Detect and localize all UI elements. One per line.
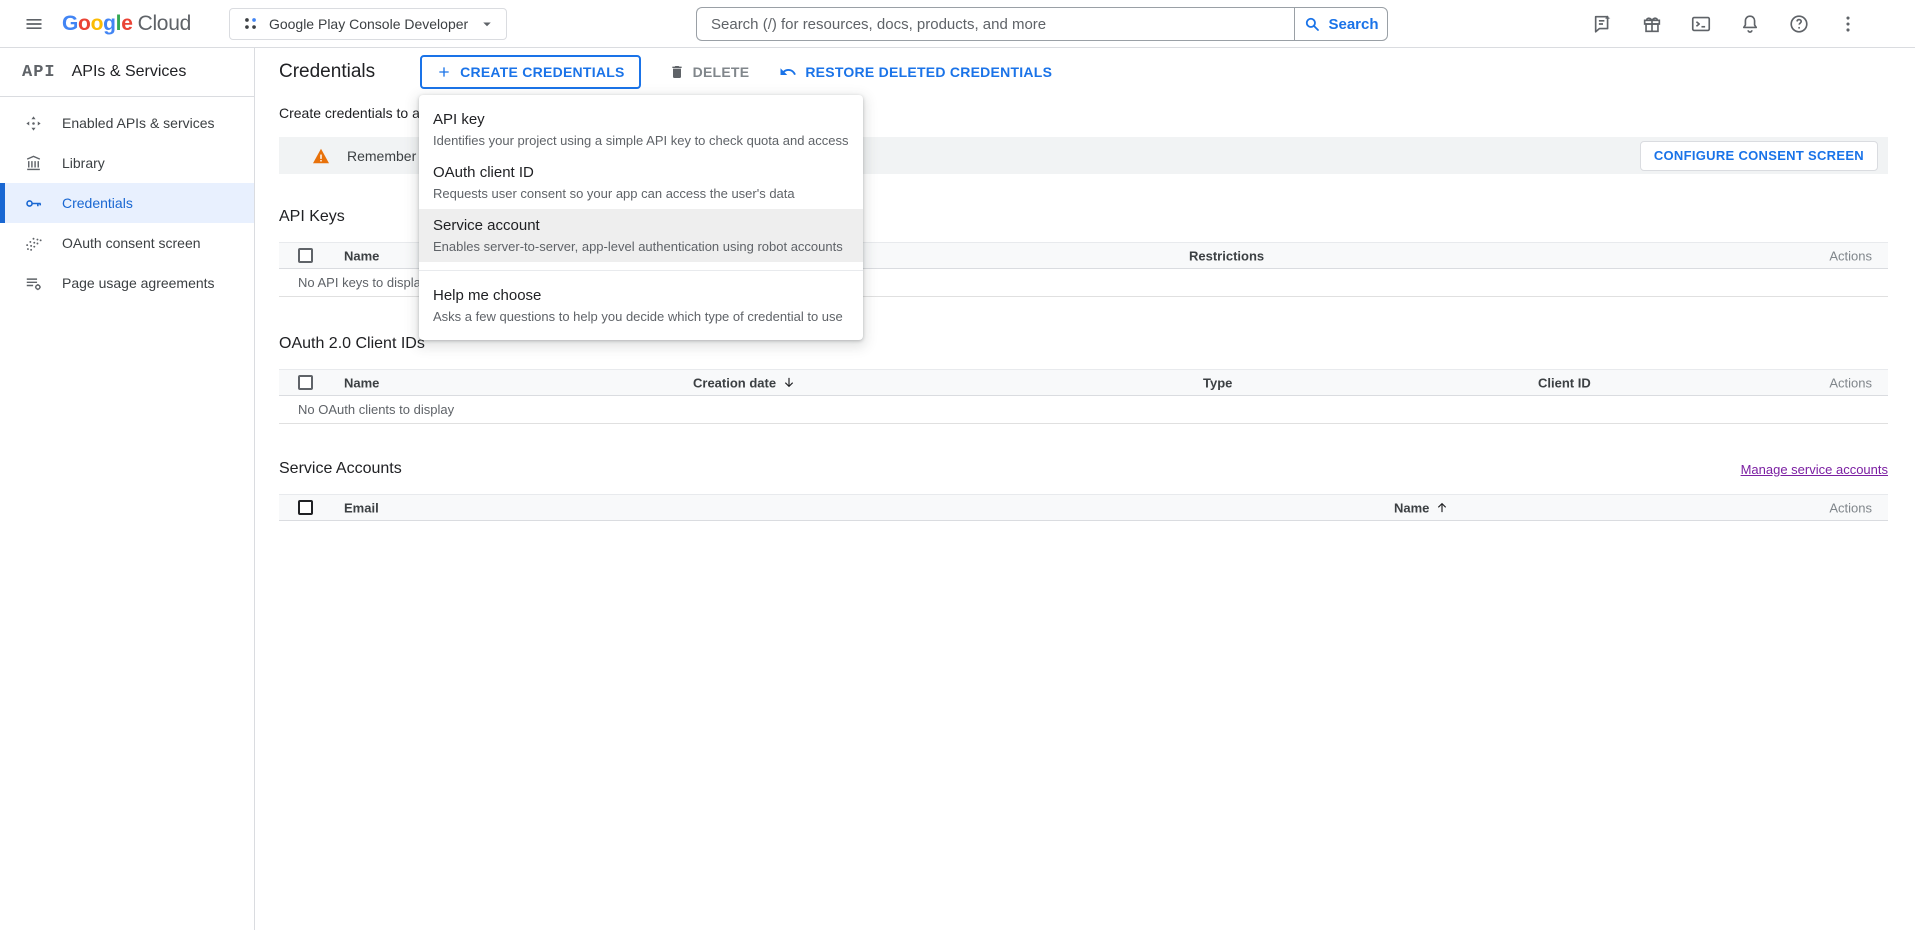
service-accounts-table: Email Name Actions: [279, 494, 1888, 521]
oauth-clients-table: Name Creation date Type Client ID Action…: [279, 369, 1888, 424]
column-creation-date[interactable]: Creation date: [693, 375, 796, 390]
delete-button[interactable]: DELETE: [669, 64, 750, 80]
plus-icon: [436, 64, 452, 80]
search-button[interactable]: Search: [1294, 7, 1388, 41]
sidebar-item-library[interactable]: Library: [0, 143, 254, 183]
menu-item-service-account[interactable]: Service account Enables server-to-server…: [419, 209, 863, 262]
menu-item-oauth-client-id[interactable]: OAuth client ID Requests user consent so…: [419, 156, 863, 209]
column-name[interactable]: Name: [344, 248, 379, 263]
select-all-checkbox[interactable]: [298, 500, 313, 515]
menu-item-api-key[interactable]: API key Identifies your project using a …: [419, 103, 863, 156]
column-name[interactable]: Name: [1394, 500, 1449, 515]
manage-service-accounts-link[interactable]: Manage service accounts: [1741, 462, 1888, 477]
column-type[interactable]: Type: [1203, 375, 1232, 390]
help-icon[interactable]: [1786, 11, 1812, 37]
library-icon: [24, 154, 43, 173]
column-name[interactable]: Name: [344, 375, 379, 390]
google-cloud-logo[interactable]: Google Cloud: [62, 12, 191, 36]
configure-consent-screen-button[interactable]: CONFIGURE CONSENT SCREEN: [1640, 141, 1878, 171]
banner-text: Remember t: [347, 148, 424, 164]
notifications-icon[interactable]: [1737, 11, 1763, 37]
google-cloud-console: Google Cloud Google Play Console Develop…: [0, 0, 1915, 930]
cloud-shell-icon[interactable]: [1688, 11, 1714, 37]
sidebar-item-page-usage-agreements[interactable]: Page usage agreements: [0, 263, 254, 303]
column-client-id[interactable]: Client ID: [1538, 375, 1591, 390]
gift-icon[interactable]: [1639, 11, 1665, 37]
menu-icon[interactable]: [14, 4, 54, 44]
header-actions: [1590, 0, 1861, 48]
sidebar-nav: Enabled APIs & services Library Credenti…: [0, 97, 254, 303]
sidebar-item-credentials[interactable]: Credentials: [0, 183, 254, 223]
select-all-checkbox[interactable]: [298, 375, 313, 390]
page-title: Credentials: [279, 61, 375, 83]
service-accounts-title: Service Accounts: [279, 460, 402, 478]
project-name: Google Play Console Developer: [269, 16, 468, 32]
oauth-consent-icon: [24, 234, 43, 253]
sort-descending-icon[interactable]: [782, 376, 796, 390]
search-bar: Search: [696, 7, 1388, 41]
service-accounts-title-row: Service Accounts Manage service accounts: [279, 460, 1888, 478]
menu-item-help-me-choose[interactable]: Help me choose Asks a few questions to h…: [419, 279, 863, 332]
project-switcher-icon: [242, 15, 259, 32]
column-actions: Actions: [1829, 500, 1872, 515]
column-restrictions[interactable]: Restrictions: [1189, 248, 1264, 263]
create-credentials-menu: API key Identifies your project using a …: [419, 95, 863, 340]
column-actions: Actions: [1829, 248, 1872, 263]
column-actions: Actions: [1829, 375, 1872, 390]
undo-icon: [779, 63, 797, 81]
page-usage-icon: [24, 274, 43, 293]
service-accounts-table-header: Email Name Actions: [279, 494, 1888, 521]
sidebar-header: API APIs & Services: [0, 48, 254, 97]
release-notes-icon[interactable]: [1590, 11, 1616, 37]
cloud-wordmark: Cloud: [138, 12, 191, 36]
sidebar-title: APIs & Services: [72, 63, 187, 81]
sidebar-item-enabled-apis[interactable]: Enabled APIs & services: [0, 103, 254, 143]
create-credentials-button[interactable]: CREATE CREDENTIALS: [420, 55, 640, 89]
oauth-table-header: Name Creation date Type Client ID Action…: [279, 369, 1888, 396]
menu-divider: [419, 270, 863, 271]
trash-icon: [669, 64, 685, 80]
search-input[interactable]: [696, 7, 1294, 41]
toolbar: Credentials CREATE CREDENTIALS DELETE RE…: [279, 48, 1888, 95]
search-icon: [1303, 15, 1321, 33]
sidebar: API APIs & Services Enabled APIs & servi…: [0, 48, 255, 930]
top-bar: Google Cloud Google Play Console Develop…: [0, 0, 1915, 48]
project-selector[interactable]: Google Play Console Developer: [229, 8, 507, 40]
sidebar-item-oauth-consent[interactable]: OAuth consent screen: [0, 223, 254, 263]
api-logo: API: [22, 63, 56, 82]
warning-icon: [312, 148, 330, 164]
restore-deleted-credentials-button[interactable]: RESTORE DELETED CREDENTIALS: [779, 63, 1052, 81]
more-vert-icon[interactable]: [1835, 11, 1861, 37]
chevron-down-icon: [478, 15, 496, 33]
column-email[interactable]: Email: [344, 500, 379, 515]
oauth-empty-text: No OAuth clients to display: [279, 396, 1888, 424]
key-icon: [24, 194, 43, 213]
sort-ascending-icon[interactable]: [1435, 501, 1449, 515]
enabled-apis-icon: [24, 114, 43, 133]
select-all-checkbox[interactable]: [298, 248, 313, 263]
